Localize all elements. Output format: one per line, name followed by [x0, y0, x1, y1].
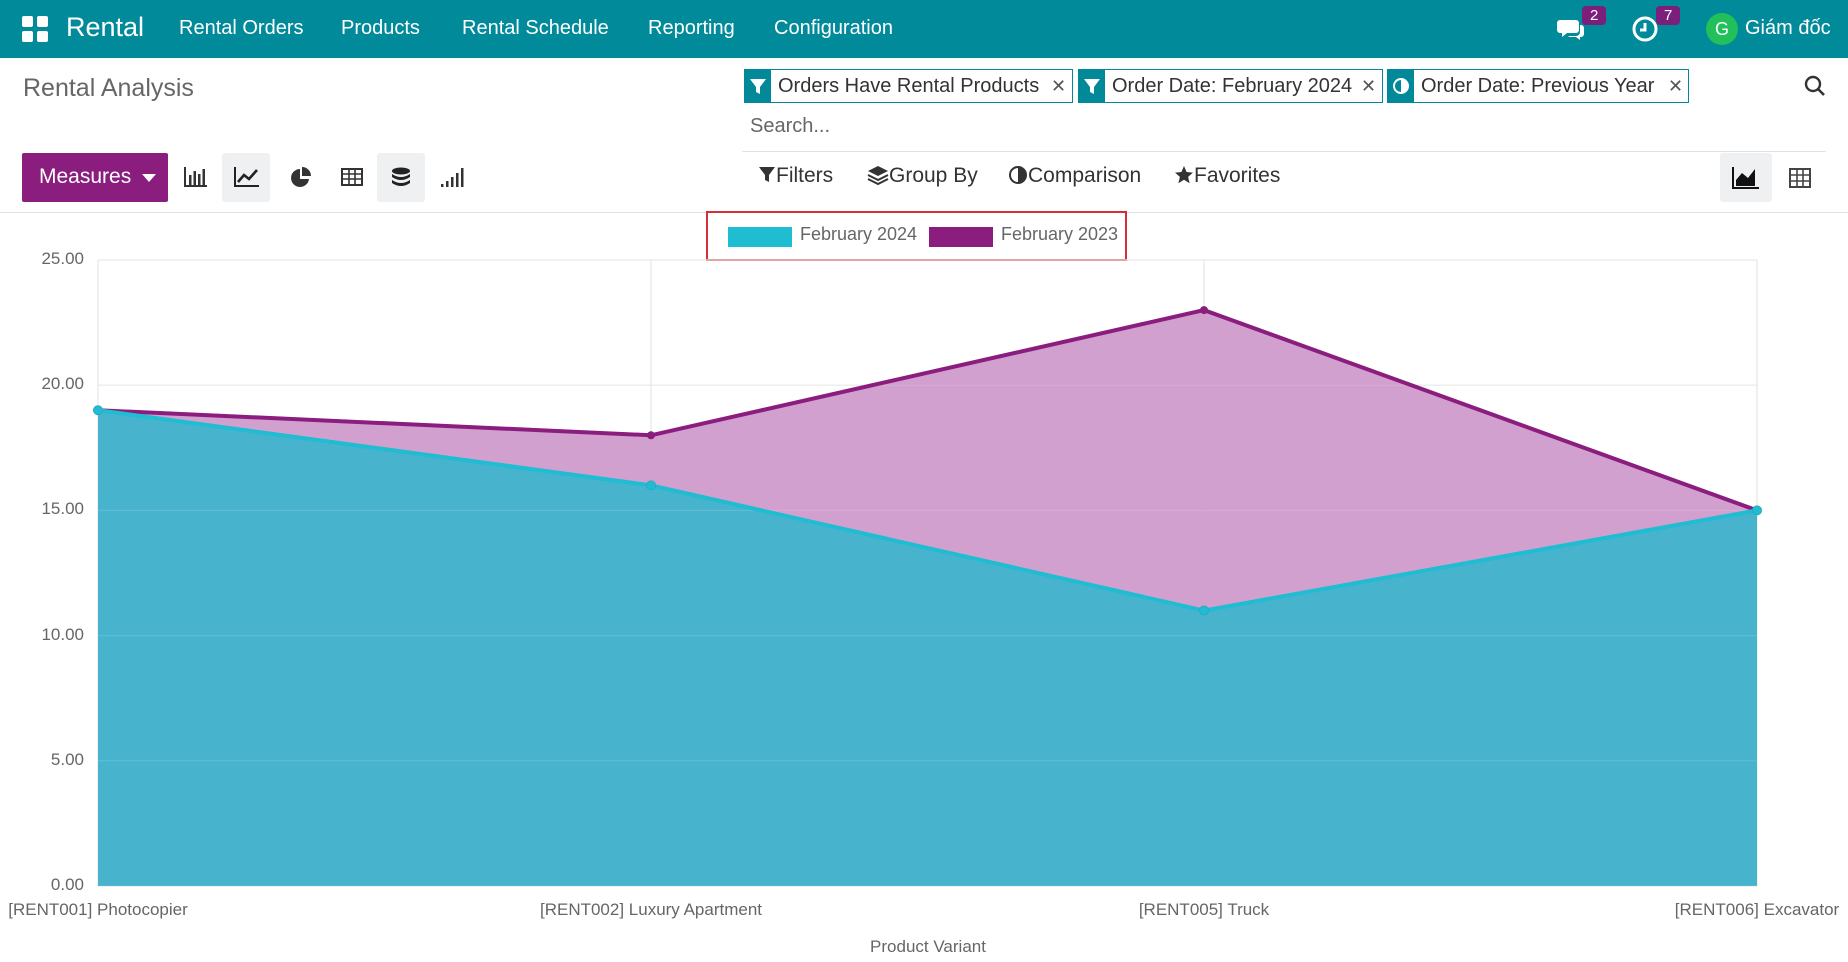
x-axis-title: Product Variant	[870, 937, 986, 956]
x-tick-1: [RENT002] Luxury Apartment	[539, 900, 763, 919]
point-february-2023	[1200, 306, 1208, 315]
point-february-2024	[1752, 505, 1762, 516]
y-tick-3: 15.00	[41, 499, 84, 519]
point-february-2023	[647, 431, 655, 440]
point-february-2024	[93, 405, 103, 416]
x-tick-3: [RENT006] Excavator	[1674, 900, 1840, 919]
y-tick-4: 20.00	[41, 374, 84, 394]
point-february-2024	[1199, 605, 1209, 616]
y-tick-5: 25.00	[41, 249, 84, 268]
y-tick-1: 5.00	[50, 749, 84, 769]
x-tick-0: [RENT001] Photocopier	[8, 900, 188, 919]
y-tick-2: 10.00	[41, 624, 84, 644]
area-chart	[93, 259, 1762, 887]
x-tick-2: [RENT005] Truck	[1138, 900, 1270, 919]
point-february-2024	[646, 480, 656, 491]
y-tick-0: 0.00	[50, 875, 84, 894]
